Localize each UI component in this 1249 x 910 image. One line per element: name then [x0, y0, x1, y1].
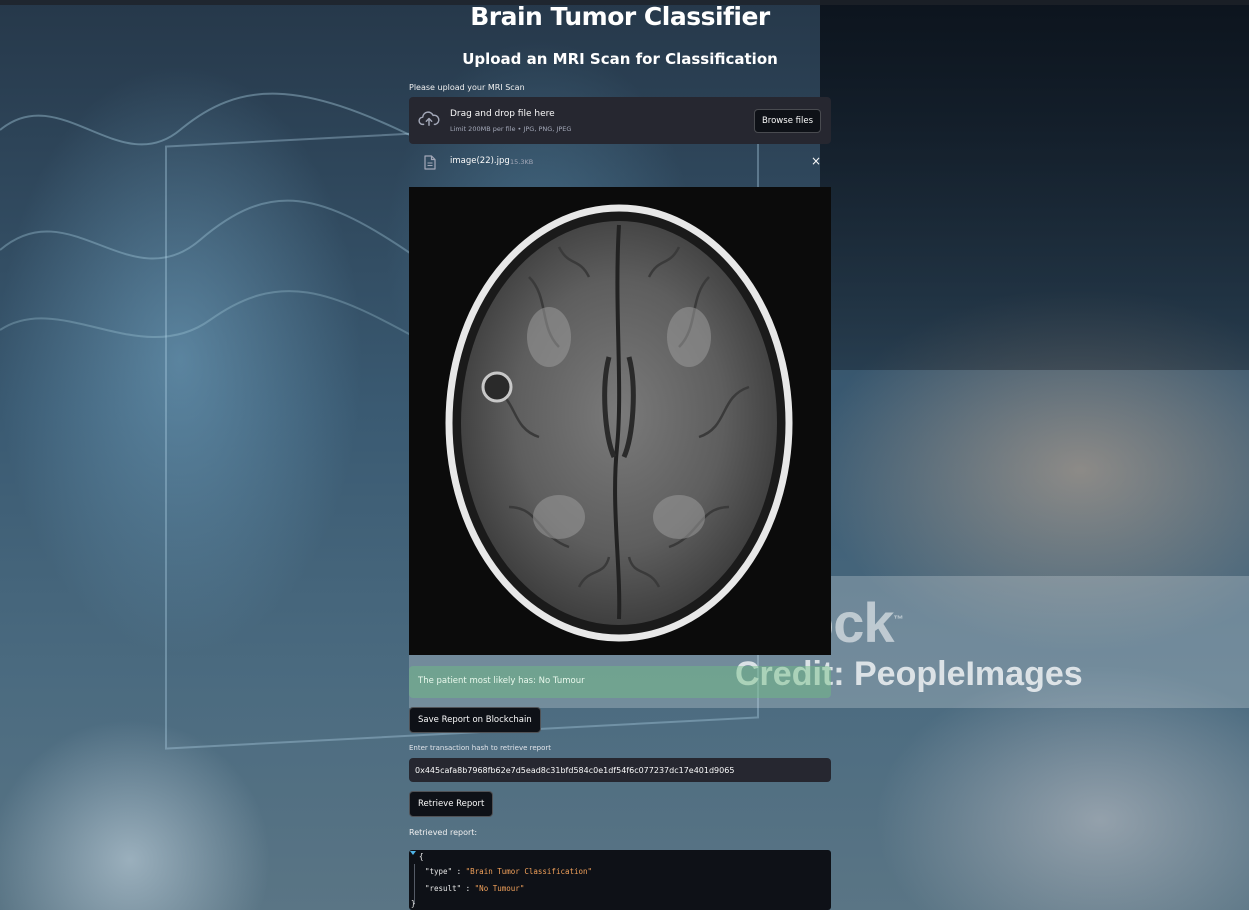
json-value: "No Tumour" [474, 884, 525, 893]
close-icon[interactable]: × [809, 154, 823, 168]
json-viewer: { "type" : "Brain Tumor Classification" … [409, 850, 831, 910]
file-size: 15.3KB [510, 158, 534, 166]
mri-brain-icon [409, 187, 831, 655]
mri-scan-image [409, 187, 831, 655]
file-dropzone[interactable]: Drag and drop file here Limit 200MB per … [409, 97, 831, 144]
json-separator: : [465, 884, 471, 893]
retrieve-report-button[interactable]: Retrieve Report [409, 791, 494, 817]
hash-input-label: Enter transaction hash to retrieve repor… [409, 744, 552, 752]
cloud-upload-icon [418, 111, 440, 127]
json-row-result: "result" : "No Tumour" [425, 884, 524, 893]
page-title: Brain Tumor Classifier [470, 2, 770, 31]
json-value: "Brain Tumor Classification" [465, 867, 593, 876]
json-open-brace: { [419, 852, 424, 861]
browse-files-button[interactable]: Browse files [753, 109, 821, 133]
json-key: "result" [425, 884, 462, 893]
dropzone-instructions: Drag and drop file here [450, 109, 555, 119]
json-separator: : [456, 867, 462, 876]
save-report-button[interactable]: Save Report on Blockchain [409, 707, 541, 733]
prediction-text: The patient most likely has: No Tumour [418, 676, 585, 686]
uploaded-file: image(22).jpg 15.3KB × [409, 150, 831, 176]
transaction-hash-input[interactable] [409, 758, 831, 782]
json-close-brace: } [411, 899, 416, 908]
page-subtitle: Upload an MRI Scan for Classification [462, 50, 778, 68]
retrieved-report-label: Retrieved report: [409, 828, 478, 837]
json-row-type: "type" : "Brain Tumor Classification" [425, 867, 592, 876]
prediction-alert: The patient most likely has: No Tumour [409, 666, 831, 698]
file-name: image(22).jpg [450, 156, 510, 166]
file-icon [424, 155, 436, 170]
dropzone-limit: Limit 200MB per file • JPG, PNG, JPEG [450, 125, 572, 133]
json-indent-guide [414, 864, 415, 904]
upload-label: Please upload your MRI Scan [409, 83, 525, 92]
json-key: "type" [425, 867, 453, 876]
collapse-toggle-icon[interactable] [410, 851, 416, 855]
background-data-screen [820, 0, 1249, 370]
